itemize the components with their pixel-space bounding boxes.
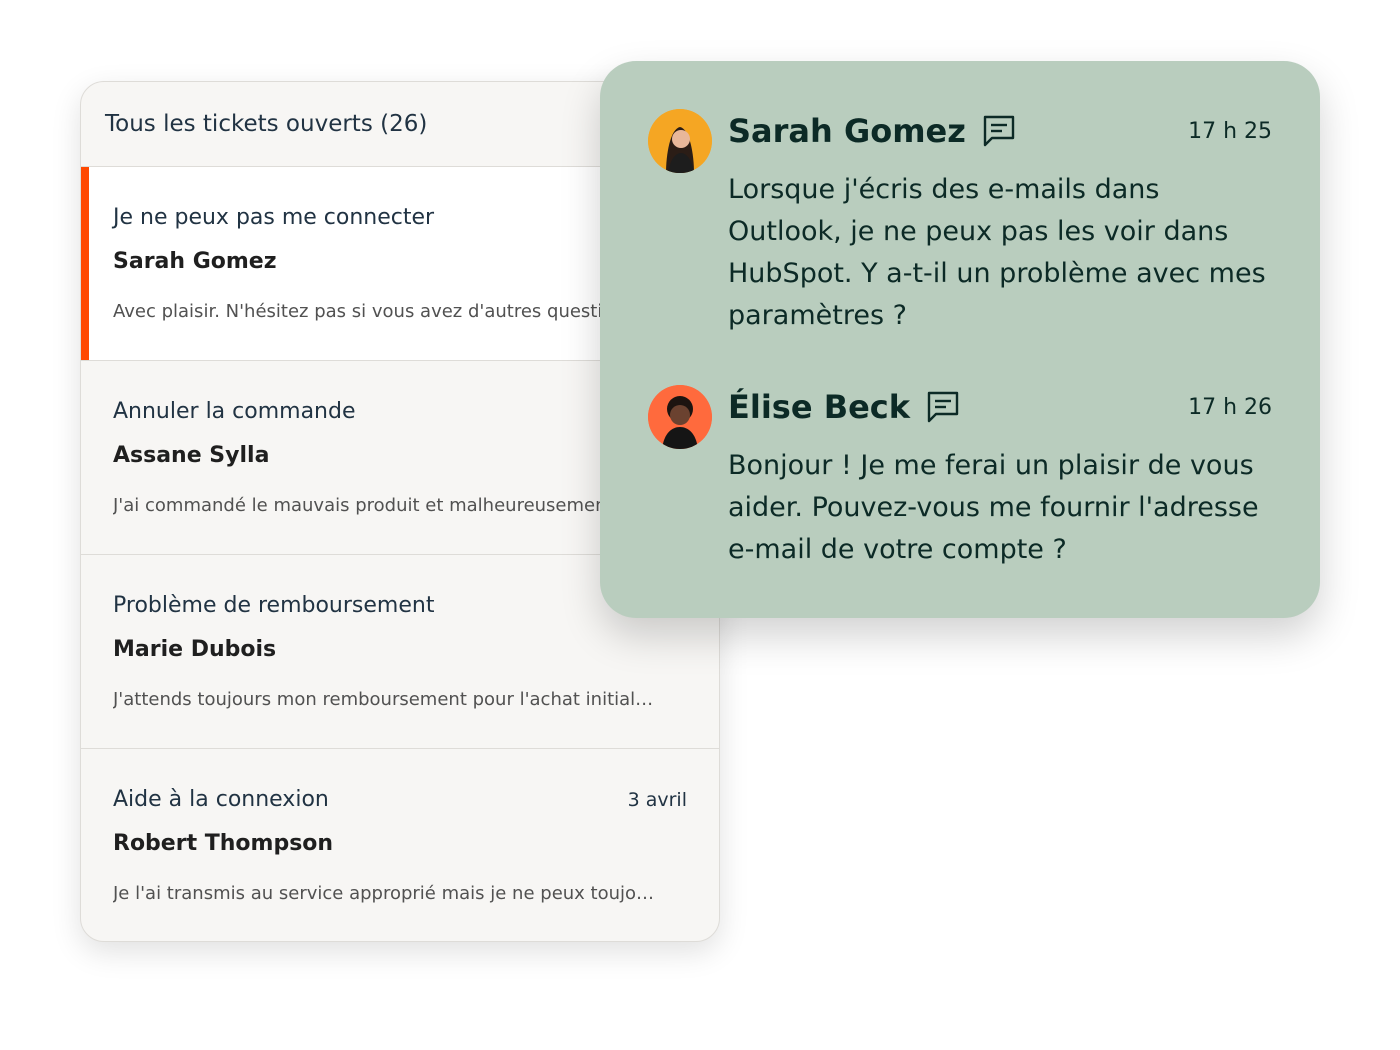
ticket-subject: Problème de remboursement — [113, 593, 435, 618]
message-author: Élise Beck — [728, 388, 911, 426]
ticket-item[interactable]: Aide à la connexion 3 avril Robert Thomp… — [81, 749, 719, 941]
chat-bubble-icon — [927, 391, 959, 423]
message-text: Lorsque j'écris des e-mails dans Outlook… — [728, 174, 1266, 331]
conversation-card: Sarah Gomez 17 h 25 Lorsque j'écris des … — [600, 61, 1320, 618]
ticket-subject: Aide à la connexion — [113, 787, 329, 812]
message: Sarah Gomez 17 h 25 Lorsque j'écris des … — [648, 109, 1272, 339]
message-text: Bonjour ! Je me ferai un plaisir de vous… — [728, 450, 1259, 565]
message-author: Sarah Gomez — [728, 112, 966, 150]
ticket-date: 3 avril — [627, 789, 687, 811]
ticket-preview: Je l'ai transmis au service approprié ma… — [113, 883, 655, 904]
message-time: 17 h 25 — [1188, 119, 1272, 144]
ticket-customer-name: Robert Thompson — [113, 831, 334, 856]
avatar — [648, 109, 712, 173]
message: Élise Beck 17 h 26 Bonjour ! Je me ferai… — [648, 385, 1272, 575]
ticket-preview: J'attends toujours mon remboursement pou… — [113, 689, 654, 710]
ticket-customer-name: Marie Dubois — [113, 637, 277, 662]
chat-bubble-icon — [983, 115, 1015, 147]
avatar — [648, 385, 712, 449]
message-time: 17 h 26 — [1188, 395, 1272, 420]
